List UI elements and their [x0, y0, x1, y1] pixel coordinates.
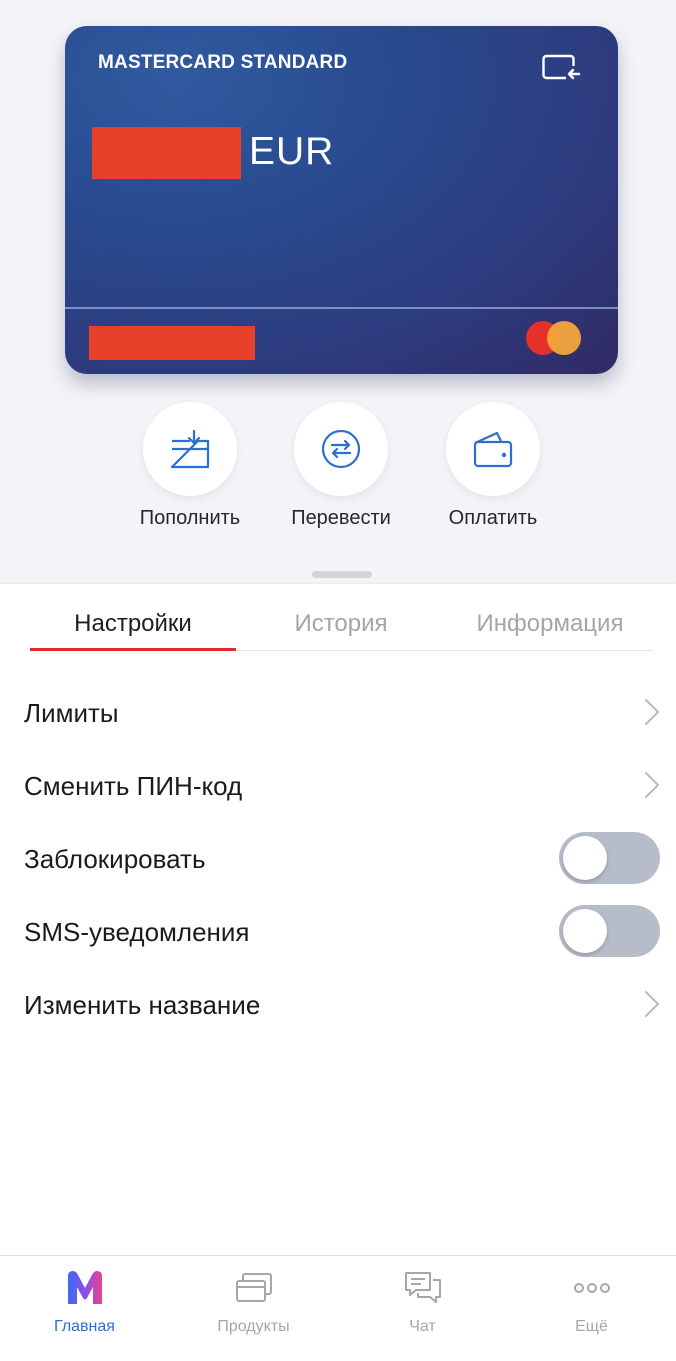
settings-row-limits[interactable]: Лимиты — [0, 676, 676, 748]
chevron-right-icon — [645, 991, 659, 1017]
mastercard-logo — [526, 321, 582, 355]
settings-sheet: Настройки История Информация Лимиты Смен… — [0, 584, 676, 1255]
redacted-card-number — [89, 326, 255, 360]
tabbar-home[interactable]: Главная — [0, 1256, 169, 1361]
cards-icon — [236, 1273, 272, 1302]
tabbar-label: Продукты — [217, 1318, 290, 1335]
toggle-knob — [563, 836, 607, 880]
card-currency: EUR — [249, 130, 335, 173]
card-title: MASTERCARD STANDARD — [98, 52, 348, 73]
transfer-button[interactable]: Перевести — [266, 402, 416, 532]
toggle-knob — [563, 909, 607, 953]
tabbar-chat[interactable]: Чат — [338, 1256, 507, 1361]
active-tab-indicator — [30, 648, 236, 651]
pay-circle[interactable] — [446, 402, 540, 496]
transfer-label: Перевести — [291, 507, 391, 529]
settings-row-change-pin[interactable]: Сменить ПИН-код — [0, 749, 676, 821]
card-switch-icon[interactable] — [542, 54, 582, 82]
card-divider — [65, 307, 618, 309]
transfer-circle[interactable] — [294, 402, 388, 496]
tabbar-label: Главная — [54, 1318, 115, 1335]
row-label: Изменить название — [24, 990, 261, 1020]
tab-settings[interactable]: Настройки — [30, 610, 236, 638]
tab-bar-top: Настройки История Информация — [30, 584, 653, 651]
tabbar-more[interactable]: Ещё — [507, 1256, 676, 1361]
pay-label: Оплатить — [448, 507, 538, 529]
row-label: SMS-уведомления — [24, 917, 250, 947]
row-label: Лимиты — [24, 698, 119, 728]
settings-row-block: Заблокировать — [0, 822, 676, 894]
sheet-grabber[interactable] — [312, 571, 372, 578]
redacted-balance — [92, 127, 241, 179]
transfer-icon — [321, 429, 361, 469]
chevron-right-icon — [645, 699, 659, 725]
settings-row-rename[interactable]: Изменить название — [0, 968, 676, 1040]
top-up-button[interactable]: Пополнить — [115, 402, 265, 532]
row-label: Заблокировать — [24, 844, 206, 874]
tabbar-products[interactable]: Продукты — [169, 1256, 338, 1361]
top-up-label: Пополнить — [139, 507, 241, 529]
top-up-circle[interactable] — [143, 402, 237, 496]
tab-information[interactable]: Информация — [450, 610, 650, 638]
home-logo-icon — [68, 1271, 102, 1304]
sms-toggle[interactable] — [559, 905, 660, 957]
block-toggle[interactable] — [559, 832, 660, 884]
top-up-icon — [170, 429, 210, 469]
tabbar-label: Чат — [409, 1318, 436, 1335]
card-area: MASTERCARD STANDARD EUR Пополнить Переве… — [0, 0, 676, 584]
mastercard-orange-circle — [547, 321, 581, 355]
wallet-icon — [473, 431, 513, 468]
bottom-tab-bar: Главная Продукты Чат Ещё — [0, 1255, 676, 1360]
more-icon — [574, 1283, 610, 1293]
settings-row-sms: SMS-уведомления — [0, 895, 676, 967]
tab-history[interactable]: История — [240, 610, 442, 638]
tabbar-label: Ещё — [575, 1318, 608, 1335]
chevron-right-icon — [645, 772, 659, 798]
bank-card[interactable]: MASTERCARD STANDARD EUR — [65, 26, 618, 374]
row-label: Сменить ПИН-код — [24, 771, 243, 801]
pay-button[interactable]: Оплатить — [418, 402, 568, 532]
chat-icon — [405, 1272, 441, 1303]
